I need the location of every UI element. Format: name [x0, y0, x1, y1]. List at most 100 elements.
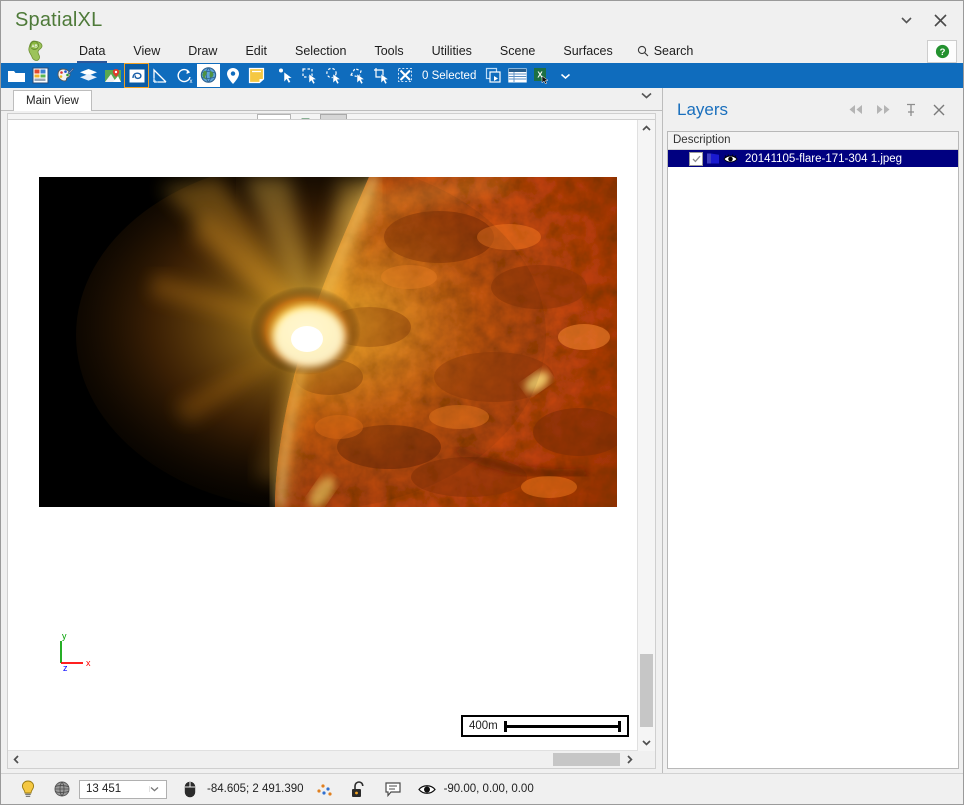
view-canvas[interactable]: y x z 400m: [8, 120, 638, 751]
ab-globe-icon-glyph: AB: [28, 40, 43, 61]
layers-pane: Layers Description 20141105-flare-171-30…: [662, 88, 963, 773]
menu-item-data[interactable]: Data: [65, 39, 119, 63]
menu-item-tools[interactable]: Tools: [360, 39, 417, 63]
scroll-down-button[interactable]: [638, 734, 655, 751]
measure-angle-icon[interactable]: [149, 64, 172, 87]
scroll-left-button[interactable]: [8, 751, 25, 768]
svg-text:?: ?: [939, 47, 945, 58]
tab-main-view[interactable]: Main View: [13, 90, 92, 111]
select-crop-icon[interactable]: [370, 64, 393, 87]
boundary-icon[interactable]: [124, 63, 149, 88]
open-folder-icon[interactable]: [5, 64, 28, 87]
svg-text:x: x: [190, 79, 193, 84]
select-rect-icon[interactable]: [298, 64, 321, 87]
menu-item-scene[interactable]: Scene: [486, 39, 549, 63]
close-panel-button[interactable]: [925, 97, 953, 123]
svg-text:AB: AB: [31, 43, 37, 48]
layers-stack-icon[interactable]: [77, 64, 100, 87]
main-body: Main View y x z 400m Layers Description …: [1, 88, 963, 773]
chevron-right-icon: [627, 755, 633, 764]
collapse-left-icon: [849, 105, 862, 114]
globe-wire-icon[interactable]: [45, 780, 79, 798]
chevron-down-icon[interactable]: [149, 786, 166, 792]
axis-label-y: y: [62, 631, 67, 641]
mouse-icon: [173, 781, 207, 798]
layer-name[interactable]: 20141105-flare-171-304 1.jpeg: [741, 152, 907, 165]
menu-item-selection[interactable]: Selection: [281, 39, 360, 63]
menu-item-utilities[interactable]: Utilities: [418, 39, 486, 63]
horizontal-scroll-thumb[interactable]: [553, 753, 620, 766]
palette-pen-icon[interactable]: [53, 64, 76, 87]
palette-pen-icon-glyph: [57, 67, 74, 82]
eye-icon[interactable]: [723, 153, 738, 165]
help-icon: ?: [935, 44, 949, 59]
overflow-chevron-icon[interactable]: [554, 64, 577, 87]
scale-bar-label: 400m: [469, 720, 498, 732]
selection-status: 0 Selected: [422, 69, 477, 82]
tab-overflow-button[interactable]: [641, 92, 652, 99]
map-pin-image-icon-glyph: [104, 68, 121, 82]
import-table-icon[interactable]: [29, 64, 52, 87]
canvas-vertical-scrollbar[interactable]: [637, 120, 655, 751]
canvas-horizontal-scrollbar[interactable]: [8, 750, 638, 768]
table-grid-icon[interactable]: [506, 64, 529, 87]
table-row[interactable]: 20141105-flare-171-304 1.jpeg: [668, 150, 958, 167]
help-button[interactable]: ?: [927, 40, 957, 63]
title-bar-dropdown-button[interactable]: [889, 5, 923, 35]
rotate-axis-icon-glyph: x: [177, 68, 193, 84]
message-icon[interactable]: [376, 781, 410, 797]
chevron-down-icon: [641, 92, 652, 99]
message-icon-glyph: [384, 781, 401, 797]
menu-item-surfaces[interactable]: Surfaces: [549, 39, 626, 63]
collapse-left-button[interactable]: [841, 97, 869, 123]
select-polygon-icon[interactable]: [346, 64, 369, 87]
rotate-axis-icon[interactable]: x: [173, 64, 196, 87]
menu-bar: AB Data View Draw Edit Selection Tools U…: [1, 39, 963, 63]
note-page-icon[interactable]: [245, 64, 268, 87]
scale-combo[interactable]: 13 451: [79, 779, 167, 799]
menu-item-edit[interactable]: Edit: [231, 39, 281, 63]
unlock-icon[interactable]: [342, 780, 376, 798]
collapse-right-button[interactable]: [869, 97, 897, 123]
axis-triad: y x z: [53, 629, 99, 671]
scatter-points-icon-glyph: [317, 783, 332, 796]
layers-list: Description 20141105-flare-171-304 1.jpe…: [667, 131, 959, 769]
copy-selection-icon[interactable]: [482, 64, 505, 87]
location-pin-icon[interactable]: [221, 64, 244, 87]
location-pin-icon-glyph: [226, 67, 239, 84]
table-grid-icon-glyph: [508, 68, 528, 83]
ab-globe-icon[interactable]: AB: [25, 40, 51, 62]
excel-export-icon[interactable]: X: [530, 64, 553, 87]
scale-bar: 400m: [461, 715, 629, 737]
select-circle-icon[interactable]: [322, 64, 345, 87]
globe-icon[interactable]: [197, 64, 220, 87]
layer-visibility-checkbox[interactable]: [689, 151, 703, 166]
close-icon: [933, 13, 947, 27]
map-pin-image-icon[interactable]: [101, 64, 124, 87]
lightbulb-icon[interactable]: [11, 780, 45, 799]
unlock-icon-glyph: [352, 780, 364, 797]
title-bar: SpatialXL: [1, 1, 963, 39]
orientation-values: -90.00, 0.00, 0.00: [443, 783, 534, 795]
clear-selection-icon[interactable]: [394, 64, 417, 87]
vertical-scroll-thumb[interactable]: [640, 654, 653, 727]
scroll-up-button[interactable]: [638, 120, 655, 137]
view-tab-strip: Main View: [1, 88, 662, 111]
pin-panel-button[interactable]: [897, 97, 925, 123]
raster-layer-image[interactable]: [39, 177, 617, 507]
chevron-down-icon-glyph: [150, 787, 159, 792]
scale-bar-line: [503, 720, 622, 732]
open-folder-icon-glyph: [8, 70, 25, 82]
select-point-icon[interactable]: [274, 64, 297, 87]
menu-item-draw[interactable]: Draw: [174, 39, 231, 63]
select-rect-icon-glyph: [301, 68, 317, 84]
eye-icon[interactable]: [410, 783, 444, 796]
scatter-points-icon[interactable]: [308, 782, 342, 797]
chevron-down-icon: [642, 740, 651, 746]
menu-search[interactable]: Search: [627, 39, 704, 63]
window-close-button[interactable]: [923, 5, 957, 35]
overflow-chevron-icon-glyph: [561, 73, 571, 79]
application-window: SpatialXL AB Data View Draw Edit Selecti…: [0, 0, 964, 805]
scroll-right-button[interactable]: [621, 751, 638, 768]
menu-item-view[interactable]: View: [119, 39, 174, 63]
